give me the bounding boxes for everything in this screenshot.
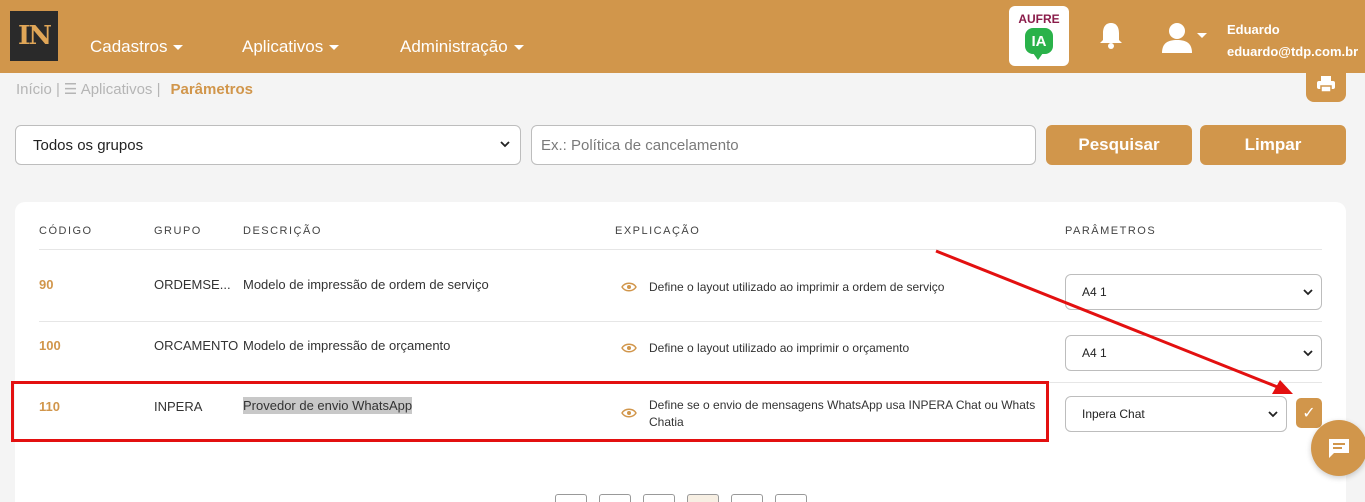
parameter-select-value: Inpera Chat bbox=[1082, 407, 1145, 421]
nav-aplicativos-label: Aplicativos bbox=[242, 37, 324, 56]
eye-icon[interactable] bbox=[621, 342, 637, 354]
group-select-value: Todos os grupos bbox=[33, 136, 144, 154]
printer-icon bbox=[1317, 76, 1335, 93]
header-parameters: PARÂMETROS bbox=[1065, 225, 1157, 237]
chevron-down-icon bbox=[329, 44, 340, 50]
parameter-select-value: A4 1 bbox=[1082, 285, 1107, 299]
bell-icon[interactable] bbox=[1098, 20, 1124, 50]
chevron-down-icon bbox=[173, 44, 184, 50]
header-description: DESCRIÇÃO bbox=[243, 225, 322, 237]
logo-text: IN bbox=[18, 21, 52, 51]
brand-logo[interactable]: IN bbox=[10, 11, 58, 61]
group-select[interactable]: Todos os grupos bbox=[15, 125, 521, 165]
chevron-down-icon[interactable] bbox=[1197, 33, 1207, 38]
chevron-down-icon bbox=[1303, 350, 1313, 357]
row-divider bbox=[39, 249, 1322, 250]
pagination-button-active[interactable] bbox=[687, 494, 719, 502]
breadcrumb-current: Parâmetros bbox=[170, 80, 254, 98]
confirm-button[interactable]: ✓ bbox=[1296, 398, 1322, 428]
parameter-select[interactable]: A4 1 bbox=[1065, 274, 1322, 310]
clear-button[interactable]: Limpar bbox=[1200, 125, 1346, 165]
row-code: 100 bbox=[39, 338, 61, 353]
chat-button[interactable] bbox=[1311, 420, 1365, 476]
row-explanation: Define o layout utilizado ao imprimir o … bbox=[649, 341, 910, 355]
pagination-button[interactable] bbox=[731, 494, 763, 502]
search-button[interactable]: Pesquisar bbox=[1046, 125, 1192, 165]
chat-icon bbox=[1329, 439, 1349, 458]
nav-administracao-label: Administração bbox=[400, 37, 508, 56]
row-divider bbox=[39, 321, 1322, 322]
pagination-button[interactable] bbox=[775, 494, 807, 502]
aufre-label: AUFRE bbox=[1018, 12, 1060, 26]
row-description: Modelo de impressão de ordem de serviço bbox=[243, 277, 489, 292]
breadcrumb-apps[interactable]: ☰ Aplicativos | bbox=[64, 80, 161, 98]
nav-aplicativos[interactable]: Aplicativos bbox=[242, 37, 340, 57]
chevron-down-icon bbox=[1303, 289, 1313, 296]
pagination-button[interactable] bbox=[599, 494, 631, 502]
nav-cadastros-label: Cadastros bbox=[90, 37, 168, 56]
ia-chat-icon: IA bbox=[1025, 28, 1053, 60]
header-explanation: EXPLICAÇÃO bbox=[615, 225, 701, 237]
aufre-ia-button[interactable]: AUFRE IA bbox=[1009, 6, 1069, 66]
parameter-select-value: A4 1 bbox=[1082, 346, 1107, 360]
header-code: CÓDIGO bbox=[39, 225, 93, 237]
user-avatar-icon[interactable] bbox=[1160, 20, 1194, 54]
print-button[interactable] bbox=[1306, 66, 1346, 102]
row-group: ORCAMENTO bbox=[154, 338, 239, 353]
pagination-button[interactable] bbox=[555, 494, 587, 502]
nav-cadastros[interactable]: Cadastros bbox=[90, 37, 184, 57]
breadcrumb-home[interactable]: Início | bbox=[16, 81, 60, 98]
user-email: eduardo@tdp.com.br bbox=[1227, 44, 1359, 59]
top-navbar: IN Cadastros Aplicativos Administração A… bbox=[0, 0, 1365, 73]
row-group: ORDEMSE... bbox=[154, 277, 231, 292]
user-name: Eduardo bbox=[1227, 22, 1280, 37]
chevron-down-icon bbox=[513, 44, 524, 50]
chevron-down-icon bbox=[1268, 411, 1278, 418]
pagination-button[interactable] bbox=[643, 494, 675, 502]
search-input[interactable] bbox=[531, 125, 1036, 165]
row-code: 90 bbox=[39, 277, 54, 292]
parameter-select[interactable]: A4 1 bbox=[1065, 335, 1322, 371]
highlight-box bbox=[11, 381, 1049, 442]
row-description: Modelo de impressão de orçamento bbox=[243, 338, 451, 353]
nav-administracao[interactable]: Administração bbox=[400, 37, 524, 57]
chevron-down-icon bbox=[500, 141, 510, 148]
header-group: GRUPO bbox=[154, 225, 202, 237]
breadcrumb: Início | ☰ Aplicativos | Parâmetros bbox=[16, 80, 254, 99]
row-explanation: Define o layout utilizado ao imprimir a … bbox=[649, 280, 945, 294]
eye-icon[interactable] bbox=[621, 281, 637, 293]
parameter-select[interactable]: Inpera Chat bbox=[1065, 396, 1287, 432]
